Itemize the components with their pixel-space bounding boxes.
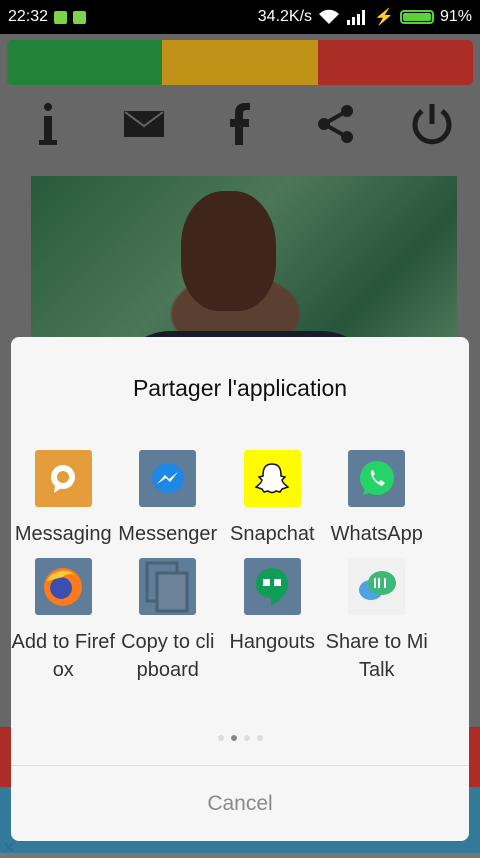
share-app-label: Add to Firefox: [11, 631, 115, 681]
share-app-clipboard[interactable]: Copy to clipboard: [116, 558, 221, 684]
share-app-label: Share to Mi Talk: [325, 631, 428, 681]
share-app-whatsapp[interactable]: WhatsApp: [325, 450, 430, 548]
hangouts-icon: [243, 558, 301, 615]
network-speed: 34.2K/s: [257, 8, 313, 25]
clipboard-icon: [139, 558, 197, 615]
ad-close-icon[interactable]: ✕: [2, 838, 15, 858]
page-dot: [243, 735, 250, 741]
share-app-label: Hangouts: [229, 631, 316, 653]
firefox-icon: [34, 558, 92, 615]
page-indicator: [11, 735, 469, 741]
share-app-label: Copy to clipboard: [121, 631, 215, 681]
status-time: 22:32: [8, 8, 49, 25]
page-dot: [256, 735, 263, 741]
charging-icon: ⚡: [374, 9, 394, 26]
share-apps-row-2: Add to Firefox Copy to clipboard Hangout…: [11, 558, 469, 684]
share-app-label: Messenger: [118, 523, 218, 545]
share-app-snapchat[interactable]: Snapchat: [220, 450, 325, 548]
status-bar: 22:32 34.2K/s ⚡ 91%: [0, 0, 480, 34]
share-app-label: Snapchat: [229, 523, 315, 545]
share-app-label: WhatsApp: [330, 523, 423, 545]
share-app-hangouts[interactable]: Hangouts: [220, 558, 325, 684]
share-apps-row-1: Messaging Messenger Snapchat WhatsApp: [11, 450, 469, 548]
cancel-button[interactable]: Cancel: [11, 766, 469, 841]
notification-icon: [54, 10, 68, 24]
battery-icon: [399, 10, 434, 24]
share-sheet: Partager l'application Messaging Messeng…: [11, 337, 469, 841]
share-app-mi-talk[interactable]: Share to Mi Talk: [325, 558, 430, 684]
share-app-firefox[interactable]: Add to Firefox: [11, 558, 116, 684]
whatsapp-icon: [348, 450, 406, 507]
share-sheet-title: Partager l'application: [132, 375, 348, 401]
share-apps-grid: Messaging Messenger Snapchat WhatsApp Ad…: [11, 450, 469, 684]
snapchat-icon: [243, 450, 301, 507]
mi-talk-icon: [348, 558, 406, 615]
messaging-icon: [34, 450, 92, 507]
signal-icon: [347, 10, 366, 25]
page-dot: [217, 735, 224, 741]
share-app-messaging[interactable]: Messaging: [11, 450, 116, 548]
wifi-icon: [319, 9, 340, 24]
android-icon: [73, 10, 87, 24]
share-app-messenger[interactable]: Messenger: [116, 450, 221, 548]
share-app-label: Messaging: [14, 523, 112, 545]
page-dot-active: [230, 735, 237, 741]
battery-percent: 91%: [439, 8, 472, 25]
messenger-icon: [139, 450, 197, 507]
